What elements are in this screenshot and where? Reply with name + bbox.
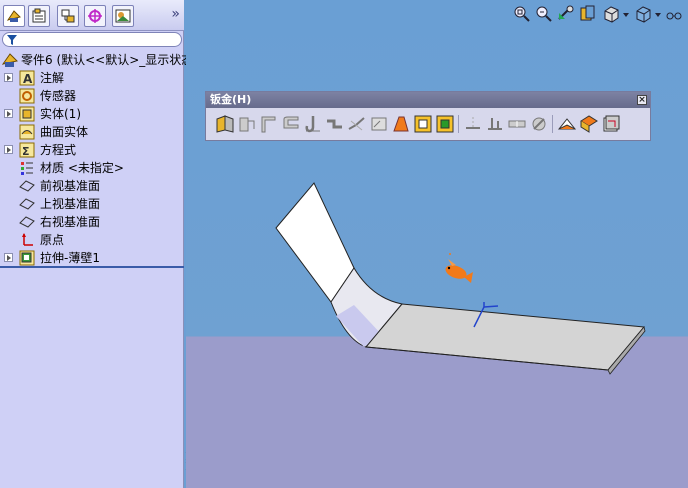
display-style-icon[interactable] bbox=[634, 4, 654, 24]
toolbar-buttons bbox=[212, 113, 644, 137]
edge-flange-icon[interactable] bbox=[258, 113, 280, 135]
goldfish-icon bbox=[445, 253, 473, 283]
forming-tool-icon[interactable] bbox=[600, 113, 622, 135]
tree-item-surface-bodies[interactable]: 曲面实体 bbox=[0, 123, 184, 141]
insert-bends-icon[interactable] bbox=[462, 113, 484, 135]
plane-icon bbox=[19, 198, 35, 210]
tree-item-annotations[interactable]: A 注解 bbox=[0, 69, 184, 87]
sheet-metal-part[interactable] bbox=[186, 0, 688, 488]
flatten-icon[interactable] bbox=[578, 113, 600, 135]
expand-icon[interactable] bbox=[4, 253, 13, 262]
hide-show-icon[interactable] bbox=[664, 4, 684, 24]
toolbar-separator bbox=[552, 115, 553, 133]
closed-corner-icon[interactable] bbox=[412, 113, 434, 135]
tree-item-extrude-thin[interactable]: 拉伸-薄壁1 bbox=[0, 249, 184, 267]
part-icon bbox=[2, 53, 18, 67]
fold-icon[interactable] bbox=[556, 113, 578, 135]
no-bends-icon[interactable] bbox=[484, 113, 506, 135]
unfold-icon[interactable] bbox=[528, 113, 550, 135]
filter-icon bbox=[7, 34, 17, 49]
part-face-vertical bbox=[275, 182, 355, 303]
tree-item-solid-bodies[interactable]: 实体(1) bbox=[0, 105, 184, 123]
svg-text:A: A bbox=[23, 72, 33, 86]
display-manager-icon bbox=[115, 9, 131, 23]
hem-icon[interactable] bbox=[302, 113, 324, 135]
tree-item-front-plane[interactable]: 前视基准面 bbox=[0, 177, 184, 195]
previous-view-icon[interactable] bbox=[556, 4, 576, 24]
dimxpert-tab[interactable] bbox=[84, 5, 106, 27]
expand-icon[interactable] bbox=[4, 109, 13, 118]
base-flange-icon[interactable] bbox=[214, 113, 236, 135]
section-view-icon[interactable] bbox=[578, 4, 598, 24]
chevron-down-icon[interactable] bbox=[622, 4, 630, 24]
configuration-manager-tab[interactable] bbox=[57, 5, 79, 27]
tree-item-origin[interactable]: 原点 bbox=[0, 231, 184, 249]
featuremanager-panel: » 零件6 (默认<<默认>_显示状态 A 注解 传感器 实体(1) 曲面实体 … bbox=[0, 0, 193, 488]
material-icon bbox=[21, 162, 33, 175]
expand-icon[interactable] bbox=[4, 145, 13, 154]
close-button[interactable]: × bbox=[637, 95, 647, 105]
toolbar-separator bbox=[458, 115, 459, 133]
expand-panel-button[interactable]: » bbox=[171, 6, 180, 22]
sheet-metal-toolbar[interactable]: 钣金(H) × bbox=[205, 91, 651, 141]
toolbar-title: 钣金(H) bbox=[210, 93, 252, 106]
annotations-icon: A bbox=[19, 70, 35, 86]
lofted-bend-icon[interactable] bbox=[390, 113, 412, 135]
tree-item-right-plane[interactable]: 右视基准面 bbox=[0, 213, 184, 231]
jog-icon[interactable] bbox=[324, 113, 346, 135]
equations-icon: Σ bbox=[19, 142, 35, 158]
property-manager-tab[interactable] bbox=[28, 5, 50, 27]
tree-filter-input[interactable] bbox=[2, 32, 182, 47]
surface-bodies-icon bbox=[19, 124, 35, 140]
graphics-area[interactable] bbox=[186, 0, 688, 488]
sensors-icon bbox=[19, 88, 35, 104]
svg-text:Σ: Σ bbox=[22, 145, 30, 158]
zoom-area-icon[interactable] bbox=[534, 4, 554, 24]
tree-item-material[interactable]: 材质 <未指定> bbox=[0, 159, 184, 177]
extrude-thin-icon bbox=[19, 250, 35, 266]
welded-corner-icon[interactable] bbox=[434, 113, 456, 135]
tree-item-part[interactable]: 零件6 (默认<<默认>_显示状态 bbox=[0, 51, 193, 69]
tree-item-equations[interactable]: Σ 方程式 bbox=[0, 141, 184, 159]
toolbar-titlebar[interactable]: 钣金(H) × bbox=[206, 92, 650, 108]
cross-break-icon[interactable] bbox=[368, 113, 390, 135]
origin-icon bbox=[22, 233, 33, 246]
tree-item-sensors[interactable]: 传感器 bbox=[0, 87, 184, 105]
rip-icon[interactable] bbox=[506, 113, 528, 135]
display-manager-tab[interactable] bbox=[112, 5, 134, 27]
solid-bodies-icon bbox=[19, 106, 35, 122]
view-orientation-icon[interactable] bbox=[602, 4, 622, 24]
configuration-manager-icon bbox=[61, 9, 75, 23]
property-manager-icon bbox=[32, 8, 46, 23]
chevron-down-icon[interactable] bbox=[654, 4, 662, 24]
sketched-bend-icon[interactable] bbox=[346, 113, 368, 135]
plane-icon bbox=[19, 180, 35, 192]
dimxpert-icon bbox=[88, 9, 102, 23]
zoom-to-fit-icon[interactable] bbox=[512, 4, 532, 24]
featuremanager-tabs: » bbox=[0, 0, 184, 31]
feature-manager-icon bbox=[6, 10, 21, 22]
heads-up-view-toolbar bbox=[512, 4, 682, 26]
tree-item-top-plane[interactable]: 上视基准面 bbox=[0, 195, 184, 213]
expand-icon[interactable] bbox=[4, 73, 13, 82]
convert-to-sheetmetal-icon[interactable] bbox=[236, 113, 258, 135]
rollback-bar[interactable] bbox=[0, 266, 184, 268]
miter-flange-icon[interactable] bbox=[280, 113, 302, 135]
feature-manager-tab[interactable] bbox=[3, 5, 25, 27]
plane-icon bbox=[19, 216, 35, 228]
